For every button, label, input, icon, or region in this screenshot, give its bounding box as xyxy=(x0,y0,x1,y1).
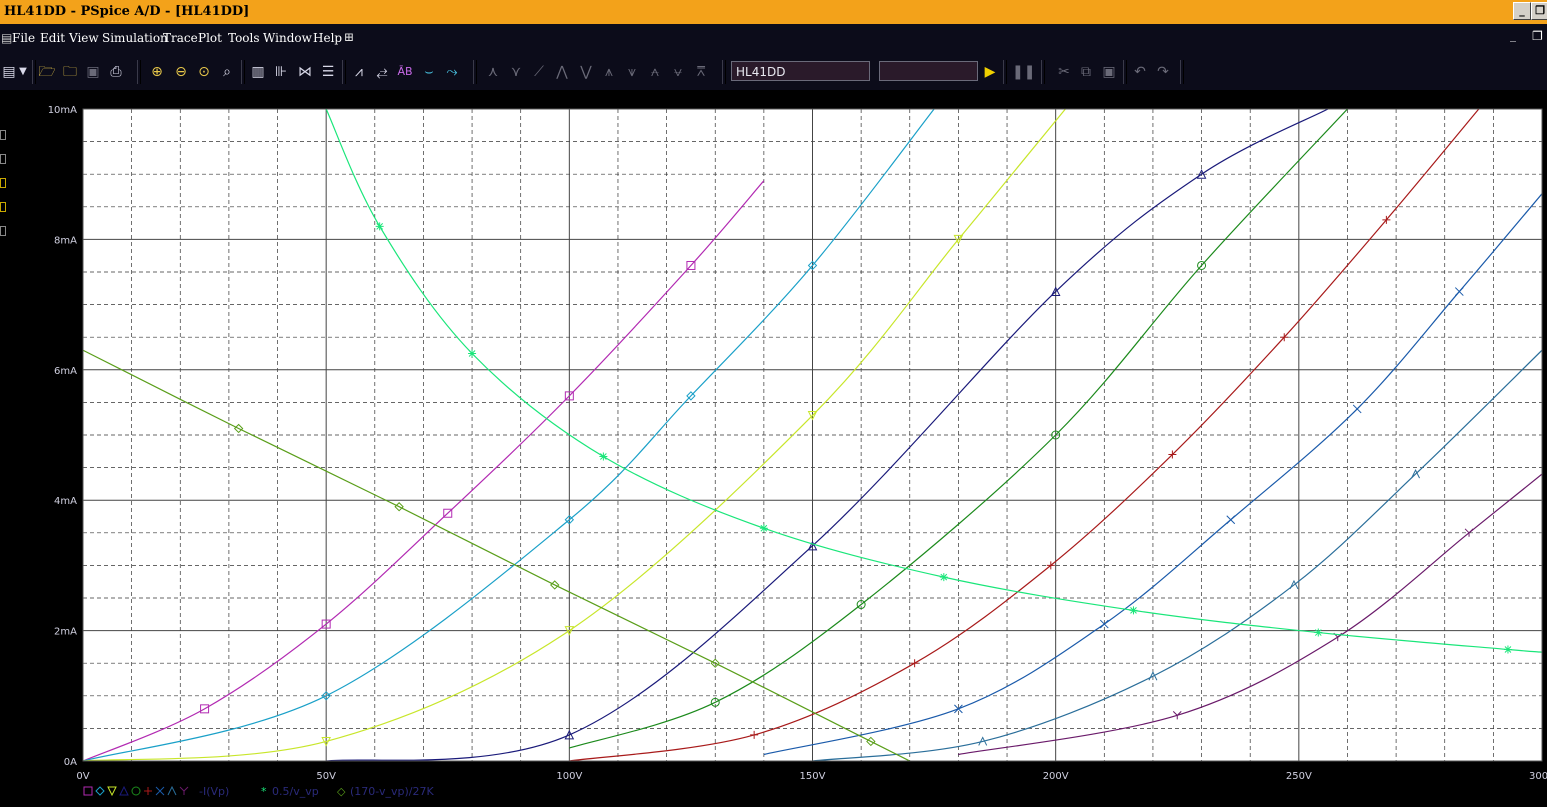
cut-icon[interactable]: ✂ xyxy=(1055,63,1073,81)
data-point-marker xyxy=(167,785,177,796)
y-tick-label: 6mA xyxy=(54,366,77,377)
legend-current-label: -I(Vp) xyxy=(199,785,229,798)
minimize-button[interactable]: _ xyxy=(1513,2,1531,20)
legend: -I(Vp) * 0.5/v_vp ◇ (170-v_vp)/27K xyxy=(83,785,434,798)
data-point-marker xyxy=(1129,606,1138,615)
data-point-marker xyxy=(155,786,165,796)
data-point-marker xyxy=(131,786,141,796)
y-tick-label: 8mA xyxy=(54,235,77,246)
data-point-marker xyxy=(599,452,608,461)
print-icon[interactable]: ⎙ xyxy=(107,63,125,81)
legend-loadline-marker: ◇ xyxy=(337,785,346,798)
menu-edit[interactable]: Edit xyxy=(40,31,65,45)
open-folder-icon[interactable]: 🗁 xyxy=(38,63,56,81)
x-tick-label: 0V xyxy=(76,771,89,782)
table-icon[interactable]: ☰ xyxy=(319,63,337,81)
data-point-marker xyxy=(107,786,117,797)
x-tick-label: 50V xyxy=(316,771,336,782)
data-point-marker xyxy=(939,573,948,582)
grid xyxy=(83,109,1542,761)
cursor-trough-icon[interactable]: ⋎ xyxy=(507,63,525,81)
undo-icon[interactable]: ↶ xyxy=(1131,63,1149,81)
copy-icon[interactable]: ⧉ xyxy=(1077,63,1095,81)
data-point-marker xyxy=(144,787,152,795)
menu-file[interactable]: File xyxy=(12,31,35,45)
x-tick-label: 150V xyxy=(800,771,826,782)
mark-icon[interactable]: ⌣ xyxy=(420,63,438,81)
cursor-mark-icon[interactable]: ⩝ xyxy=(669,63,687,81)
paste-icon[interactable]: ▣ xyxy=(1100,63,1118,81)
legend-load-label: 0.5/v_vp xyxy=(272,785,319,798)
cursor-search-icon[interactable]: ⩛ xyxy=(623,63,641,81)
menu-help[interactable]: Help xyxy=(313,31,342,45)
chevron-down-icon[interactable]: ▼ xyxy=(14,63,32,81)
add-trace-icon[interactable]: ⩘ xyxy=(350,63,368,81)
zoom-in-icon[interactable]: ⊕ xyxy=(148,63,166,81)
cursor-icon[interactable]: ⤳ xyxy=(443,63,461,81)
data-point-marker xyxy=(1314,628,1323,637)
data-point-marker xyxy=(95,786,105,796)
run-icon[interactable]: ▶ xyxy=(981,63,999,81)
child-minimize-button[interactable]: _ xyxy=(1510,28,1516,42)
y-tick-label: 0A xyxy=(64,757,77,768)
label-icon[interactable]: ĀB xyxy=(396,63,414,81)
cursor-label-icon[interactable]: ⩞ xyxy=(692,63,710,81)
legend-load-marker: * xyxy=(261,785,267,798)
data-point-marker xyxy=(179,786,189,795)
redo-icon[interactable]: ↷ xyxy=(1154,63,1172,81)
title-bar: HL41DD - PSpice A/D - [HL41DD] _ ❐ xyxy=(0,0,1547,24)
data-point-marker xyxy=(119,785,129,796)
save-icon[interactable]: ▣ xyxy=(84,63,102,81)
zoom-fit-icon[interactable]: ⌕ xyxy=(218,63,236,81)
menu-trace[interactable]: Trace xyxy=(163,31,198,45)
data-point-marker xyxy=(1503,645,1512,654)
cursor-min-icon[interactable]: ⋀ xyxy=(553,63,571,81)
data-point-marker xyxy=(83,786,93,796)
cursor-peak-icon[interactable]: ⋏ xyxy=(484,63,502,81)
data-point-marker xyxy=(468,349,477,358)
open-icon[interactable]: 🗀 xyxy=(61,63,79,81)
child-restore-button[interactable]: ❐ xyxy=(1532,29,1543,43)
y-tick-label: 4mA xyxy=(54,496,77,507)
data-point-marker xyxy=(759,524,768,533)
pause-icon[interactable]: ❚❚ xyxy=(1012,63,1035,81)
menu-view[interactable]: View xyxy=(69,31,99,45)
profile-select[interactable]: HL41DD xyxy=(731,61,870,81)
data-point-marker xyxy=(375,222,384,231)
performance-icon[interactable]: ⋈ xyxy=(296,63,314,81)
x-tick-label: 250V xyxy=(1286,771,1312,782)
window-title: HL41DD - PSpice A/D - [HL41DD] xyxy=(4,4,250,19)
eval-goal-icon[interactable]: ⥄ xyxy=(373,63,391,81)
menu-plot[interactable]: Plot xyxy=(198,31,222,45)
app-menu-icon[interactable]: ▤ xyxy=(1,31,12,45)
x-tick-label: 100V xyxy=(556,771,582,782)
log-x-icon[interactable]: ▥ xyxy=(249,63,267,81)
x-tick-label: 300V xyxy=(1529,771,1547,782)
zoom-area-icon[interactable]: ⊙ xyxy=(195,63,213,81)
y-tick-label: 2mA xyxy=(54,627,77,638)
zoom-out-icon[interactable]: ⊖ xyxy=(172,63,190,81)
menu-bar: ▤ File Edit View Simulation Trace Plot T… xyxy=(0,24,1547,52)
plot-window: 0V 50V 100V 150V 200V 250V 300V 0A 2mA 4mA 6mA 8mA 1… xyxy=(24,100,1547,803)
x-tick-label: 200V xyxy=(1043,771,1069,782)
y-tick-label: 10mA xyxy=(48,105,77,116)
restore-button[interactable]: ❐ xyxy=(1531,2,1547,20)
menu-tools[interactable]: Tools xyxy=(228,31,260,45)
fourier-icon[interactable]: ⊪ xyxy=(272,63,290,81)
cursor-max-icon[interactable]: ⋁ xyxy=(577,63,595,81)
menu-simulation[interactable]: Simulation xyxy=(102,31,168,45)
probe-plot[interactable]: 0V 50V 100V 150V 200V 250V 300V 0A 2mA 4mA 6mA 8mA 1… xyxy=(24,100,1547,803)
cursor-slope-icon[interactable]: ⟋ xyxy=(530,63,548,81)
whats-this-icon[interactable]: ⊞ xyxy=(344,30,354,44)
cursor-next-icon[interactable]: ⩜ xyxy=(646,63,664,81)
toolbar: ▤ ▼ 🗁 🗀 ▣ ⎙ ⊕ ⊖ ⊙ ⌕ ▥ ⊪ ⋈ ☰ ⩘ ⥄ ĀB ⌣ ⤳ ⋏… xyxy=(0,52,1547,90)
left-tool-strip xyxy=(0,90,10,803)
menu-window[interactable]: Window xyxy=(263,31,312,45)
cursor-point-icon[interactable]: ⩚ xyxy=(600,63,618,81)
legend-loadline-label: (170-v_vp)/27K xyxy=(350,785,434,798)
sim-status-field xyxy=(879,61,978,81)
